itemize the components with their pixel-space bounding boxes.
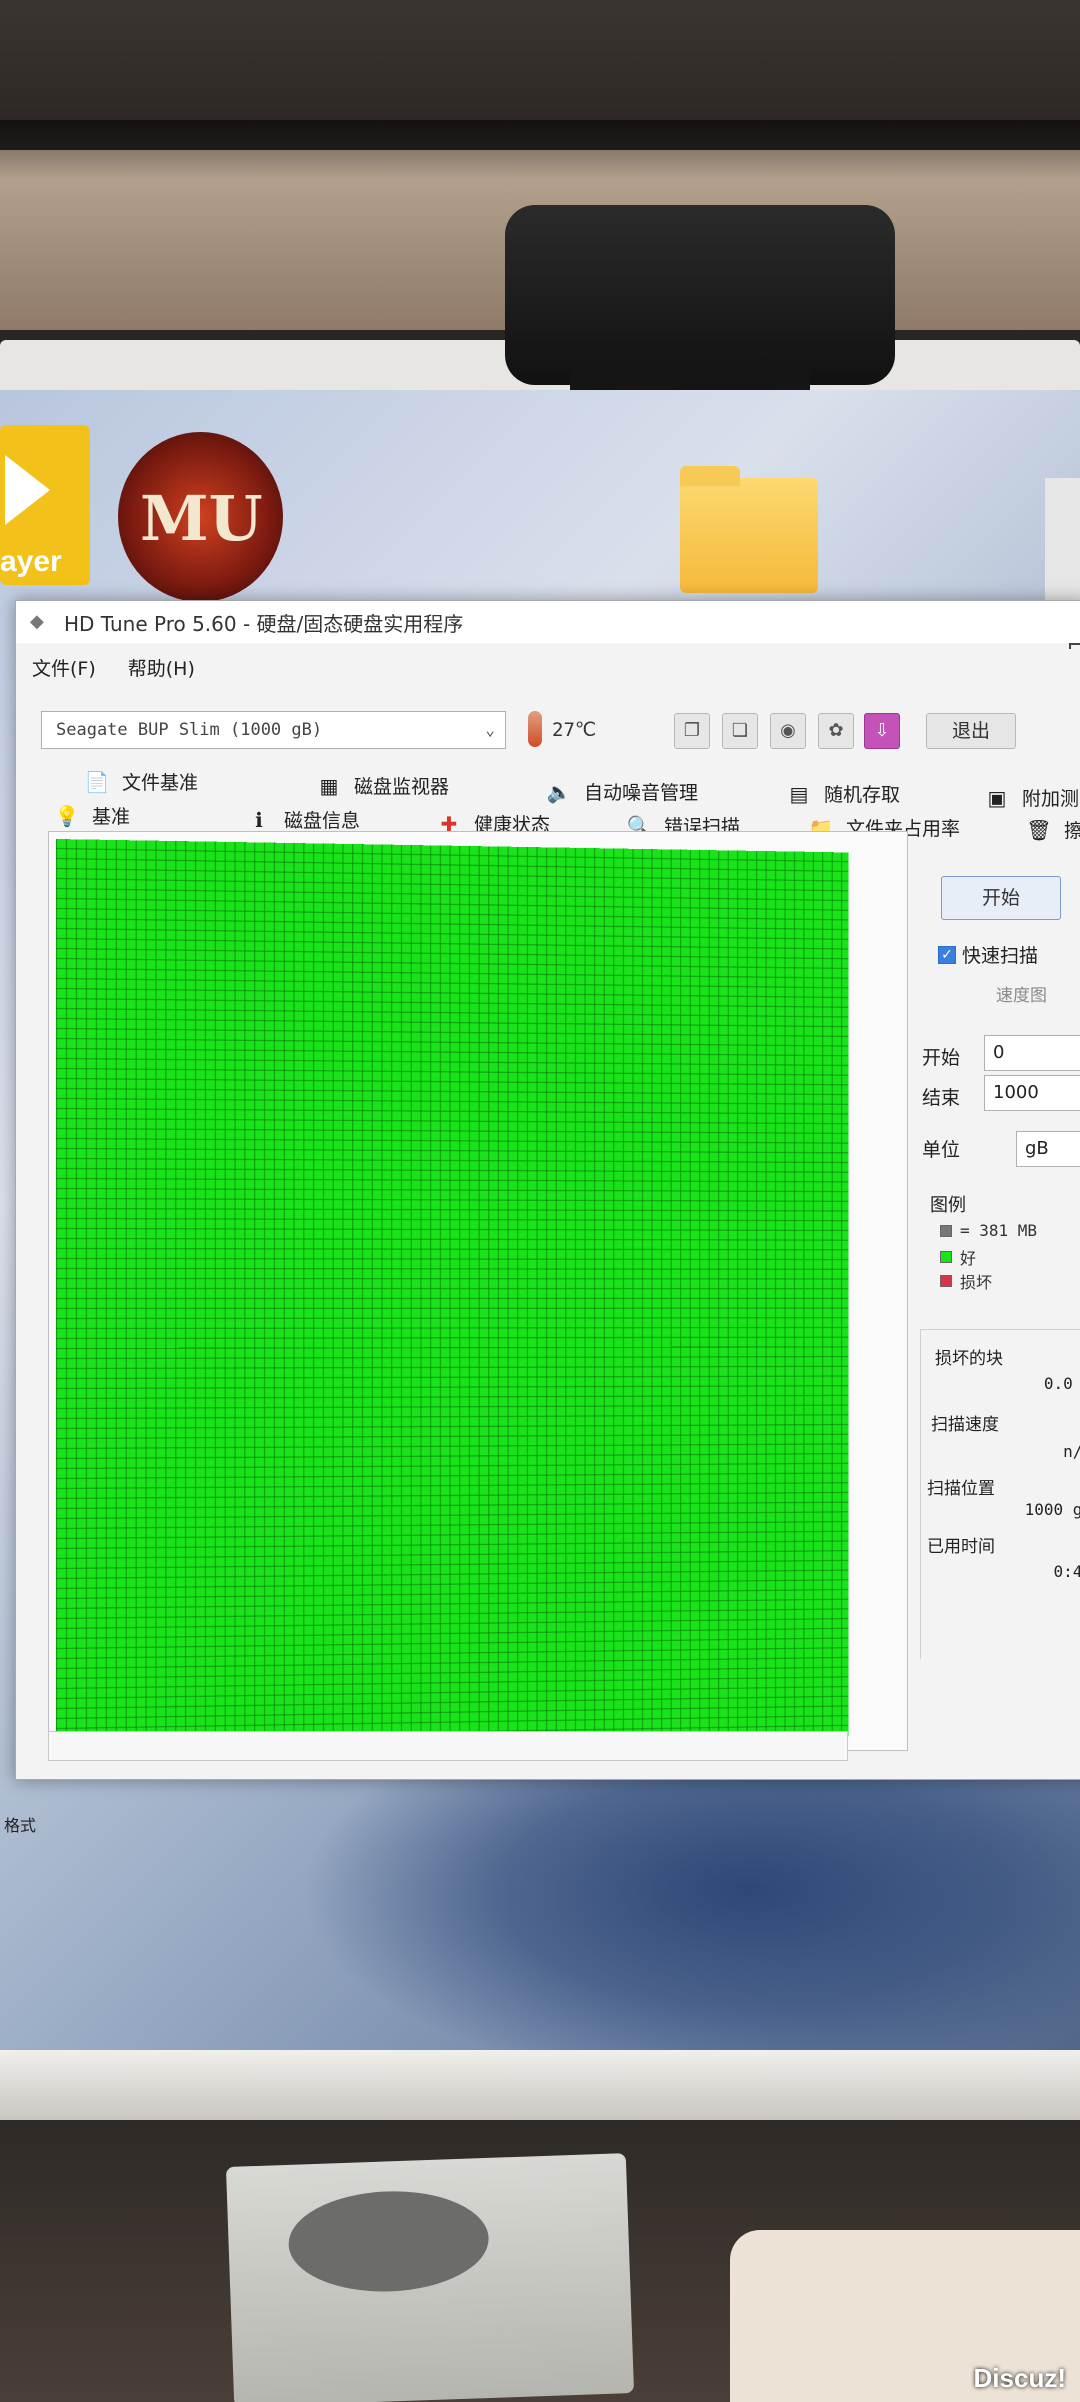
tab-extra-tests[interactable]: ▣ 附加测 bbox=[984, 784, 1079, 811]
wall-shadow bbox=[0, 120, 1080, 180]
tab-disk-monitor[interactable]: ▦ 磁盘监视器 bbox=[316, 772, 449, 799]
scan-stats-box: 损坏的块 0.0 % 扫描速度 n/a 扫描位置 1000 gB 已用时间 0:… bbox=[920, 1329, 1080, 1659]
watermark: Discuz! bbox=[973, 2363, 1066, 2393]
elapsed-time-label: 已用时间 bbox=[927, 1537, 995, 1557]
window-title: HD Tune Pro 5.60 - 硬盘/固态硬盘实用程序 bbox=[64, 611, 464, 636]
toolbar: Seagate BUP Slim (1000 gB) ⌄ 27℃ ❐ ❏ ◉ ✿… bbox=[16, 701, 1080, 759]
tab-label: 磁盘信息 bbox=[284, 810, 361, 832]
scan-position-value: 1000 gB bbox=[1024, 1500, 1080, 1519]
scan-speed-label: 扫描速度 bbox=[931, 1415, 999, 1435]
elapsed-time-value: 0:44 bbox=[1053, 1562, 1080, 1581]
player-app-label: ayer bbox=[0, 545, 62, 578]
damaged-blocks-value: 0.0 % bbox=[1043, 1374, 1080, 1393]
desktop-icon-partial[interactable] bbox=[1045, 478, 1080, 618]
menu-file[interactable]: 文件(F) bbox=[32, 654, 96, 681]
good-swatch bbox=[940, 1251, 952, 1263]
tab-disk-info[interactable]: ℹ 磁盘信息 bbox=[246, 806, 360, 833]
legend-block-size-text: = 381 MB bbox=[960, 1221, 1038, 1240]
mu-game-icon[interactable]: MU bbox=[118, 432, 283, 602]
scan-position-label: 扫描位置 bbox=[927, 1479, 995, 1499]
tab-label: 随机存取 bbox=[824, 784, 901, 806]
copy-text-button[interactable]: ❐ bbox=[674, 713, 710, 749]
tab-aam[interactable]: 🔈 自动噪音管理 bbox=[546, 778, 698, 805]
start-button[interactable]: 开始 bbox=[941, 876, 1061, 920]
drive-select[interactable]: Seagate BUP Slim (1000 gB) ⌄ bbox=[41, 711, 506, 749]
options-button[interactable]: ✿ bbox=[818, 713, 854, 749]
exit-button[interactable]: 退出 bbox=[926, 713, 1016, 749]
tab-label: 基准 bbox=[92, 806, 131, 828]
benchmark-icon: 💡 bbox=[54, 803, 80, 828]
menu-bar: 文件(F) 帮助(H) bbox=[16, 649, 1080, 685]
random-access-icon: ▤ bbox=[789, 781, 809, 806]
scan-speed-value: n/a bbox=[1063, 1442, 1080, 1461]
status-bar bbox=[48, 1731, 848, 1761]
player-app-icon[interactable]: ayer bbox=[0, 425, 90, 585]
file-benchmark-icon: 📄 bbox=[84, 769, 110, 794]
block-swatch bbox=[940, 1224, 952, 1237]
trash-icon: 🗑 bbox=[1026, 817, 1052, 842]
legend-bad-text: 损坏 bbox=[960, 1273, 993, 1292]
end-field[interactable]: 1000 bbox=[984, 1075, 1080, 1111]
title-bar[interactable]: ◆ HD Tune Pro 5.60 - 硬盘/固态硬盘实用程序 bbox=[16, 601, 1080, 643]
legend-good: 好 bbox=[940, 1245, 976, 1269]
app-icon: ◆ bbox=[30, 611, 44, 632]
external-hard-drive bbox=[225, 2153, 635, 2402]
disk-monitor-icon: ▦ bbox=[319, 773, 339, 798]
chevron-down-icon: ⌄ bbox=[485, 720, 495, 739]
tab-label: 附加测 bbox=[1022, 788, 1080, 810]
tab-benchmark[interactable]: 💡 基准 bbox=[54, 802, 130, 829]
play-icon bbox=[5, 455, 50, 525]
quick-scan-label: 快速扫描 bbox=[962, 945, 1039, 967]
hdtune-window: ◆ HD Tune Pro 5.60 - 硬盘/固态硬盘实用程序 文件(F) 帮… bbox=[15, 600, 1080, 1780]
extra-tests-icon: ▣ bbox=[987, 785, 1007, 810]
quick-scan-row[interactable]: ✓ 快速扫描 bbox=[938, 941, 1038, 968]
speaker-icon: 🔈 bbox=[546, 779, 572, 804]
bad-swatch bbox=[940, 1275, 952, 1287]
scan-options-panel: 开始 ✓ 快速扫描 速度图 开始 0 结束 1000 单位 gB 图例 = 38… bbox=[916, 851, 1080, 1751]
error-scan-block-map bbox=[56, 839, 849, 1749]
folder-icon[interactable] bbox=[680, 466, 818, 593]
desktop-side-label: 格式 bbox=[4, 1816, 37, 1835]
unit-select[interactable]: gB bbox=[1016, 1131, 1080, 1167]
screenshot-button[interactable]: ◉ bbox=[770, 713, 806, 749]
thermometer-icon bbox=[528, 711, 542, 747]
damaged-blocks-label: 损坏的块 bbox=[935, 1349, 1003, 1369]
quick-scan-checkbox[interactable]: ✓ bbox=[938, 945, 956, 964]
unit-field-label: 单位 bbox=[922, 1139, 961, 1161]
tab-random-access[interactable]: ▤ 随机存取 bbox=[786, 780, 900, 807]
menu-help[interactable]: 帮助(H) bbox=[128, 654, 195, 681]
start-field[interactable]: 0 bbox=[984, 1035, 1080, 1071]
tab-file-benchmark[interactable]: 📄 文件基准 bbox=[84, 768, 198, 795]
monitor-chin bbox=[0, 2050, 1080, 2120]
legend-bad: 损坏 bbox=[940, 1269, 992, 1293]
tab-label: 文件基准 bbox=[122, 772, 199, 794]
mu-game-label: MU bbox=[140, 482, 263, 555]
legend-title: 图例 bbox=[930, 1195, 966, 1216]
legend-block-size: = 381 MB bbox=[940, 1221, 1037, 1240]
save-download-button[interactable]: ⇩ bbox=[864, 713, 900, 749]
start-field-label: 开始 bbox=[922, 1047, 961, 1069]
webcam bbox=[505, 205, 895, 385]
drive-select-value: Seagate BUP Slim (1000 gB) bbox=[56, 720, 323, 740]
tab-erase[interactable]: 🗑 擦 bbox=[1026, 816, 1080, 843]
tab-label: 自动噪音管理 bbox=[584, 782, 699, 804]
end-field-label: 结束 bbox=[922, 1087, 961, 1109]
speed-map-button[interactable]: 速度图 bbox=[996, 981, 1047, 1006]
tab-label: 擦 bbox=[1064, 820, 1080, 842]
tab-label: 磁盘监视器 bbox=[354, 776, 450, 798]
copy-all-button[interactable]: ❏ bbox=[722, 713, 758, 749]
info-icon: ℹ bbox=[255, 807, 263, 832]
legend-good-text: 好 bbox=[960, 1249, 977, 1268]
temperature-readout: 27℃ bbox=[552, 719, 597, 741]
hdd-spindle bbox=[286, 2187, 491, 2295]
